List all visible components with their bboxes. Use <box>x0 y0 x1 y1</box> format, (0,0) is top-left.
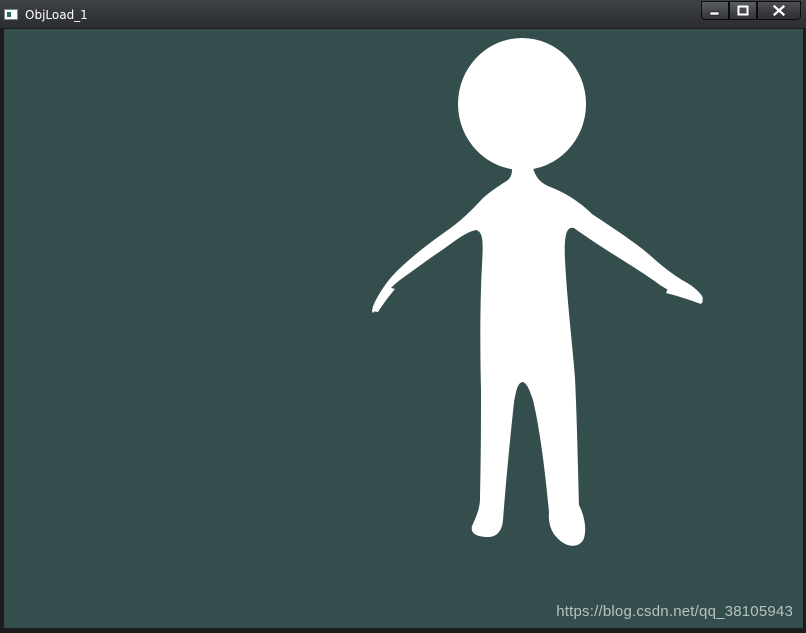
maximize-icon <box>737 5 749 16</box>
window-title: ObjLoad_1 <box>25 8 88 22</box>
app-icon[interactable] <box>4 9 18 20</box>
close-button[interactable] <box>757 1 801 20</box>
character-model <box>372 38 703 546</box>
application-window: ObjLoad_1 https://blog.csdn.net/qq_38105… <box>0 0 806 633</box>
maximize-button[interactable] <box>729 1 757 20</box>
model-body <box>372 168 703 546</box>
minimize-icon <box>709 11 720 15</box>
watermark-text: https://blog.csdn.net/qq_38105943 <box>556 603 793 620</box>
title-bar[interactable]: ObjLoad_1 <box>0 0 806 28</box>
model-head <box>458 38 586 170</box>
minimize-button[interactable] <box>701 1 729 20</box>
render-viewport[interactable]: https://blog.csdn.net/qq_38105943 <box>4 29 803 628</box>
close-icon <box>773 5 785 16</box>
